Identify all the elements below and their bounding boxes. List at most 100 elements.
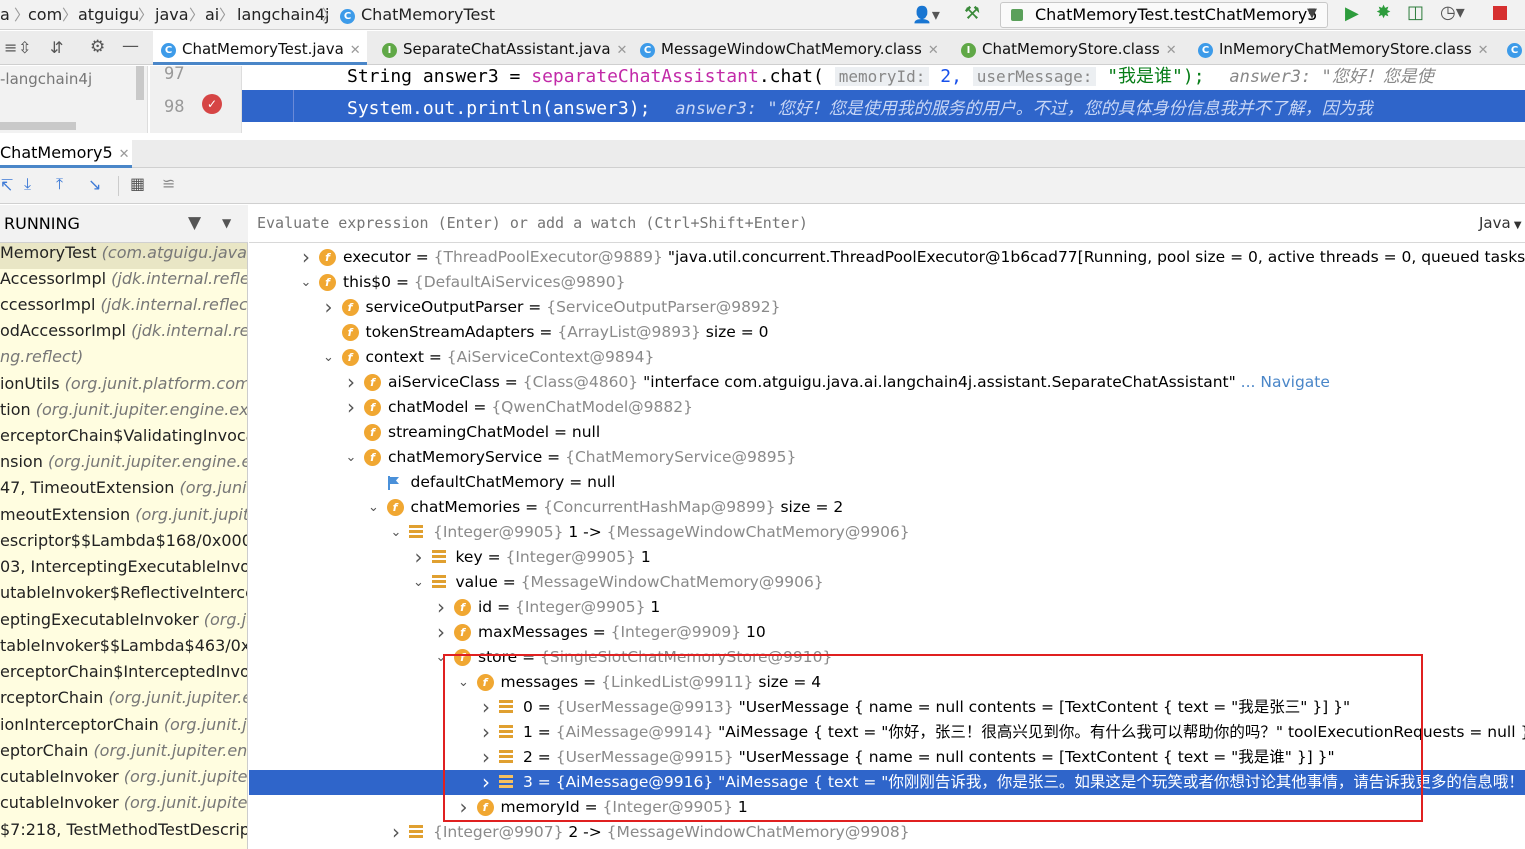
user-icon[interactable]: 👤▾ — [912, 5, 940, 24]
frame-item[interactable]: odAccessorImpl (jdk.internal.reflec — [0, 321, 247, 347]
variable-row[interactable]: › f id = {Integer@9905} 1 — [249, 595, 1525, 620]
variable-row[interactable]: › 3 = {AiMessage@9916} "AiMessage { text … — [249, 770, 1525, 795]
chevron-down-icon[interactable]: ⌄ — [299, 270, 313, 295]
step-into-icon[interactable]: ⤓ — [24, 174, 31, 194]
chevron-right-icon[interactable]: › — [479, 770, 493, 795]
tab-overflow[interactable]: C — [1503, 31, 1525, 65]
frame-item[interactable]: eptorChain (org.junit.jupiter.engin — [0, 741, 247, 767]
chevron-right-icon[interactable]: › — [344, 395, 358, 420]
chevron-right-icon[interactable]: › — [457, 795, 471, 820]
variable-row[interactable]: ⌄ f messages = {LinkedList@9911} size = 4 — [249, 670, 1525, 695]
collapse-all-icon[interactable]: ≡ — [4, 38, 17, 57]
frame-item[interactable]: utableInvoker$ReflectiveIntercepto — [0, 583, 247, 609]
frame-item[interactable]: ionUtils (org.junit.platform.commo — [0, 374, 247, 400]
variable-row[interactable]: › f serviceOutputParser = {ServiceOutputPa… — [249, 295, 1525, 320]
run-to-cursor-icon[interactable]: ↘ — [88, 175, 101, 194]
chevron-down-icon[interactable]: ⌄ — [457, 670, 471, 695]
step-over-icon[interactable]: ↸ — [0, 176, 13, 195]
frame-item[interactable]: ng.reflect) — [0, 347, 83, 373]
run-config-select[interactable]: ChatMemoryTest.testChatMemory5 ▼ — [1000, 2, 1328, 28]
tab-separatechatassistant[interactable]: I SeparateChatAssistant.java ✕ — [374, 31, 627, 65]
frame-item[interactable]: AccessorImpl (jdk.internal.reflect) — [0, 269, 247, 295]
chevron-right-icon[interactable]: › — [412, 545, 426, 570]
filter-icon[interactable]: ▼ — [188, 213, 201, 233]
variable-row[interactable]: f streamingChatModel = null — [249, 420, 1525, 445]
close-icon[interactable]: ✕ — [1478, 43, 1489, 58]
tab-debug-session[interactable]: ChatMemory5 ✕ — [0, 140, 132, 168]
frame-item[interactable]: erceptorChain$InterceptedInvocat — [0, 662, 247, 688]
variable-row[interactable]: ⌄ {Integer@9905} 1 -> {MessageWindowChatM… — [249, 520, 1525, 545]
close-icon[interactable]: ✕ — [119, 147, 130, 162]
variable-row[interactable]: f tokenStreamAdapters = {ArrayList@9893} … — [249, 320, 1525, 345]
scrollbar[interactable] — [136, 66, 144, 100]
breadcrumb-item[interactable]: a — [0, 5, 10, 24]
frame-item[interactable]: $7:218, TestMethodTestDescripto — [0, 820, 247, 846]
expand-all-icon[interactable]: ⇳ — [18, 38, 31, 57]
tab-chatmemorystore[interactable]: I ChatMemoryStore.class ✕ — [953, 31, 1185, 65]
chevron-right-icon[interactable]: › — [434, 620, 448, 645]
chevron-right-icon[interactable]: › — [389, 820, 403, 845]
variable-row[interactable]: ⌄ f chatMemories = {ConcurrentHashMap@9899… — [249, 495, 1525, 520]
chevron-right-icon[interactable]: › — [322, 295, 336, 320]
tab-chatmemorytest[interactable]: C ChatMemoryTest.java ✕ — [153, 31, 367, 65]
breadcrumb-item-class[interactable]: C ChatMemoryTest — [340, 5, 495, 24]
frame-item[interactable]: rceptorChain (org.junit.jupiter.eng — [0, 688, 247, 714]
breakpoint-icon[interactable]: ✓ — [202, 94, 222, 114]
variable-row[interactable]: › 1 = {AiMessage@9914} "AiMessage { text … — [249, 720, 1525, 745]
frame-item[interactable]: tableInvoker$$Lambda$463/0x000 — [0, 636, 247, 662]
stop-icon[interactable] — [1493, 6, 1507, 20]
frame-item[interactable]: tion (org.junit.jupiter.engine.exec — [0, 400, 247, 426]
frame-item[interactable]: cutableInvoker (org.junit.jupiter.en — [0, 793, 247, 819]
frame-item[interactable]: nsion (org.junit.jupiter.engine.exte — [0, 452, 247, 478]
variable-row[interactable]: ⌄ f this$0 = {DefaultAiServices@9890} — [249, 270, 1525, 295]
variable-row[interactable]: › f chatModel = {QwenChatModel@9882} — [249, 395, 1525, 420]
variable-row[interactable]: ⌄ f chatMemoryService = {ChatMemoryService… — [249, 445, 1525, 470]
run-icon[interactable]: ▶ — [1345, 3, 1359, 24]
variable-row[interactable]: ⌄ value = {MessageWindowChatMemory@9906} — [249, 570, 1525, 595]
chevron-right-icon[interactable]: › — [479, 745, 493, 770]
tab-messagewindowchatmemory[interactable]: C MessageWindowChatMemory.class ✕ — [632, 31, 946, 65]
minimize-icon[interactable]: — — [122, 36, 139, 56]
chevron-down-icon[interactable]: ▼ — [222, 216, 231, 230]
chevron-right-icon[interactable]: › — [479, 695, 493, 720]
chevron-right-icon[interactable]: › — [344, 370, 358, 395]
build-hammer-icon[interactable]: ⚒ — [964, 3, 980, 24]
frame-item[interactable]: ionInterceptorChain (org.junit.jup — [0, 715, 247, 741]
evaluate-table-icon[interactable]: ▦ — [130, 174, 145, 193]
step-out-icon[interactable]: ⤒ — [56, 174, 63, 194]
frame-item[interactable]: meoutExtension (org.junit.jupiter. — [0, 505, 247, 531]
variable-row[interactable]: › 0 = {UserMessage@9913} "UserMessage { n… — [249, 695, 1525, 720]
thread-status[interactable]: RUNNING — [4, 214, 80, 233]
frame-item[interactable]: ccessorImpl (jdk.internal.reflect) — [0, 295, 247, 321]
coverage-icon[interactable]: ◫ — [1407, 2, 1424, 23]
variable-row[interactable]: › f aiServiceClass = {Class@4860} "interfa… — [249, 370, 1525, 395]
profiler-icon[interactable]: ◷▾ — [1440, 2, 1465, 23]
breadcrumb-item[interactable]: java — [155, 5, 189, 24]
scrollbar[interactable] — [0, 122, 76, 130]
collapse-icon[interactable]: ⇵ — [50, 38, 63, 57]
chevron-right-icon[interactable]: › — [299, 245, 313, 270]
language-select[interactable]: Java ▼ — [1479, 214, 1522, 232]
variable-row[interactable]: › key = {Integer@9905} 1 — [249, 545, 1525, 570]
chevron-down-icon[interactable]: ⌄ — [322, 345, 336, 370]
chevron-right-icon[interactable]: › — [434, 595, 448, 620]
variable-row[interactable]: › f executor = {ThreadPoolExecutor@9889} "… — [249, 245, 1525, 270]
chevron-down-icon[interactable]: ⌄ — [367, 495, 381, 520]
evaluate-input[interactable] — [257, 211, 1457, 235]
debug-icon[interactable]: ✸ — [1376, 2, 1391, 23]
breadcrumb-item[interactable]: langchain4j — [237, 5, 330, 24]
breadcrumb-item[interactable]: com — [28, 5, 62, 24]
trace-icon[interactable]: ≌ — [162, 174, 175, 193]
frame-item[interactable]: cutableInvoker (org.junit.jupiter.en — [0, 767, 247, 793]
close-icon[interactable]: ✕ — [617, 43, 628, 58]
frame-item[interactable]: escriptor$$Lambda$168/0x00000 — [0, 531, 247, 557]
frame-item[interactable]: 47, TimeoutExtension (org.junit.ju — [0, 478, 247, 504]
close-icon[interactable]: ✕ — [1166, 43, 1177, 58]
variable-row[interactable]: › 2 = {UserMessage@9915} "UserMessage { n… — [249, 745, 1525, 770]
variable-row[interactable]: ⌄ f store = {SingleSlotChatMemoryStore@991… — [249, 645, 1525, 670]
variable-row[interactable]: › {Integer@9907} 2 -> {MessageWindowChatM… — [249, 820, 1525, 845]
close-icon[interactable]: ✕ — [928, 43, 939, 58]
chevron-down-icon[interactable]: ⌄ — [412, 570, 426, 595]
chevron-right-icon[interactable]: › — [479, 720, 493, 745]
frame-item[interactable]: eptingExecutableInvoker (org.juni — [0, 610, 247, 636]
